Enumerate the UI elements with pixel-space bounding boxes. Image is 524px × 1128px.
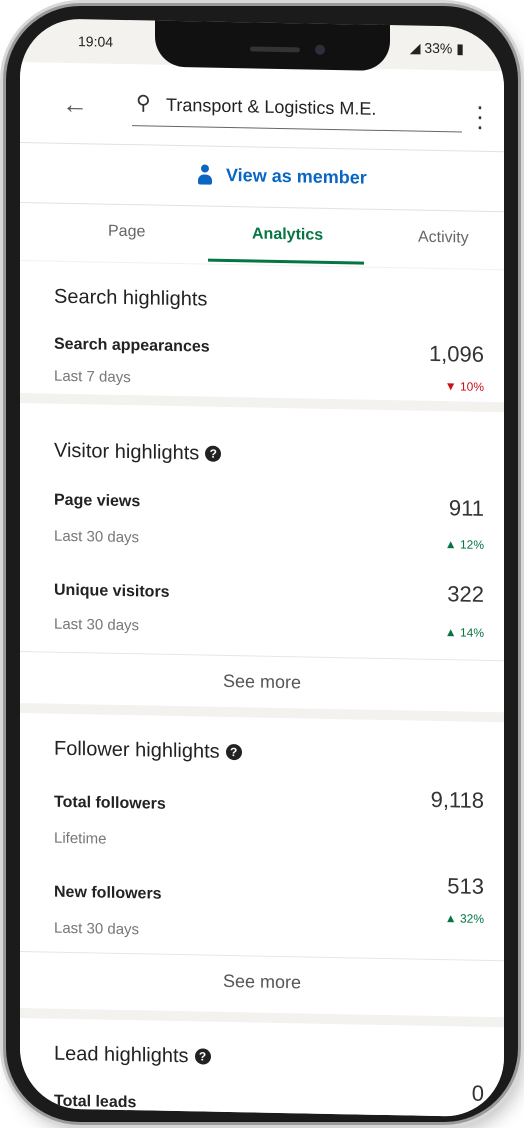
more-options-icon[interactable]: · · · bbox=[474, 91, 486, 141]
lead-highlights-title: Lead highlights? bbox=[54, 1043, 211, 1069]
search-appearances-change: ▼ 10% bbox=[444, 379, 484, 394]
back-arrow-icon[interactable]: ← bbox=[62, 89, 88, 120]
search-appearances-value: 1,096 bbox=[428, 340, 484, 367]
active-tab-indicator bbox=[208, 258, 364, 265]
status-time: 19:04 bbox=[78, 33, 114, 50]
top-app-bar: ← ⚲ Transport & Logistics M.E. · · · bbox=[20, 62, 504, 152]
total-followers-period: Lifetime bbox=[54, 829, 107, 848]
view-as-member-bar[interactable]: View as member bbox=[20, 142, 504, 212]
app-screen: 19:04 ◢ 33% ▮ ← ⚲ Transport & Logistics … bbox=[20, 18, 504, 1118]
search-appearances-label: Search appearances bbox=[54, 335, 210, 356]
signal-icon: ◢ bbox=[409, 39, 421, 56]
total-leads-value: 0 bbox=[471, 1080, 484, 1106]
follower-highlights-card: Follower highlights? Total followers 9,1… bbox=[20, 713, 504, 1018]
unique-visitors-label: Unique visitors bbox=[54, 581, 170, 601]
speaker-grille bbox=[250, 46, 300, 53]
battery-level: 33% bbox=[424, 39, 453, 57]
search-query[interactable]: Transport & Logistics M.E. bbox=[166, 95, 376, 120]
page-views-value: 911 bbox=[448, 495, 484, 521]
person-icon bbox=[198, 164, 212, 186]
visitor-highlights-title: Visitor highlights? bbox=[54, 440, 222, 466]
search-icon: ⚲ bbox=[136, 92, 151, 115]
help-icon[interactable]: ? bbox=[194, 1048, 211, 1065]
page-views-period: Last 30 days bbox=[54, 527, 140, 547]
new-followers-period: Last 30 days bbox=[54, 919, 140, 939]
follower-highlights-title: Follower highlights? bbox=[54, 738, 242, 765]
help-icon[interactable]: ? bbox=[225, 743, 242, 761]
tab-analytics[interactable]: Analytics bbox=[252, 225, 323, 244]
page-tabs: Page Analytics Activity bbox=[20, 202, 504, 270]
total-followers-value: 9,118 bbox=[430, 786, 484, 813]
search-highlights-card: Search highlights Search appearances 1,0… bbox=[20, 261, 504, 403]
phone-frame: 19:04 ◢ 33% ▮ ← ⚲ Transport & Logistics … bbox=[6, 6, 518, 1122]
search-appearances-period: Last 7 days bbox=[54, 367, 131, 387]
camera-notch bbox=[155, 18, 390, 72]
new-followers-label: New followers bbox=[54, 883, 162, 903]
status-right: ◢ 33% ▮ bbox=[410, 39, 464, 57]
front-camera bbox=[315, 44, 325, 55]
divider bbox=[20, 651, 504, 662]
new-followers-value: 513 bbox=[447, 873, 484, 899]
visitor-highlights-card: Visitor highlights? Page views 911 Last … bbox=[20, 403, 504, 713]
lead-highlights-card: Lead highlights? Total leads 0 bbox=[20, 1018, 504, 1118]
search-bar[interactable]: ⚲ Transport & Logistics M.E. bbox=[132, 86, 462, 133]
search-highlights-title: Search highlights bbox=[54, 285, 208, 311]
unique-visitors-value: 322 bbox=[447, 581, 484, 607]
visitor-see-more-button[interactable]: See more bbox=[20, 667, 504, 697]
unique-visitors-change: ▲ 14% bbox=[444, 625, 484, 640]
page-views-label: Page views bbox=[54, 491, 141, 511]
unique-visitors-period: Last 30 days bbox=[54, 615, 140, 635]
help-icon[interactable]: ? bbox=[205, 445, 222, 462]
tab-activity[interactable]: Activity bbox=[418, 229, 469, 248]
total-followers-label: Total followers bbox=[54, 793, 166, 813]
battery-icon: ▮ bbox=[456, 40, 464, 57]
tab-page[interactable]: Page bbox=[108, 223, 145, 242]
new-followers-change: ▲ 32% bbox=[444, 911, 484, 926]
view-as-member-link[interactable]: View as member bbox=[226, 165, 367, 189]
total-leads-label: Total leads bbox=[54, 1092, 137, 1112]
page-views-change: ▲ 12% bbox=[444, 537, 484, 552]
follower-see-more-button[interactable]: See more bbox=[20, 967, 504, 997]
divider bbox=[20, 951, 504, 962]
